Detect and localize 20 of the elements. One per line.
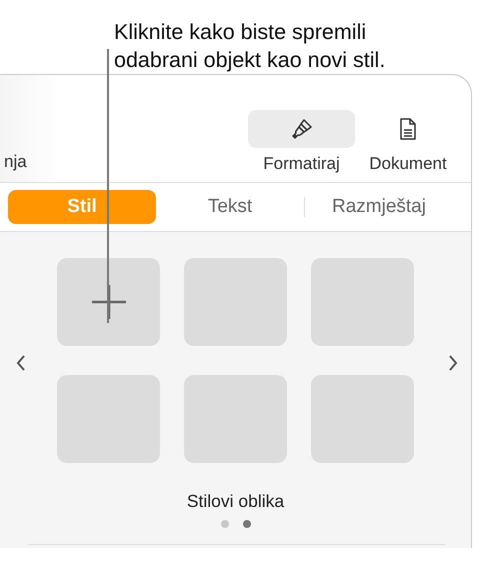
style-tile[interactable]	[184, 258, 287, 346]
tab[interactable]: Razmještaj	[305, 190, 453, 224]
callout-text: Kliknite kako biste spremili	[114, 19, 368, 46]
section-title: Stilovi oblika	[186, 491, 284, 512]
style-tile[interactable]	[311, 375, 414, 463]
toolbar-label: nja	[3, 152, 28, 173]
toolbar-label[interactable]: Formatiraj	[263, 154, 340, 174]
style-tile[interactable]	[184, 375, 287, 463]
paintbrush-icon	[290, 117, 314, 141]
tab[interactable]: Tekst	[156, 190, 304, 224]
add-style-button[interactable]	[57, 258, 160, 346]
style-tile[interactable]	[311, 258, 414, 346]
page-dot[interactable]	[220, 520, 228, 528]
callout-text: odabrani objekt kao novi stil.	[114, 47, 386, 74]
document-icon	[399, 117, 417, 141]
page-dot[interactable]	[242, 520, 250, 528]
plus-icon	[90, 284, 126, 320]
toolbar-label[interactable]: Dokument	[369, 154, 447, 174]
style-tile[interactable]	[57, 375, 160, 463]
toolbar-button[interactable]	[248, 110, 355, 148]
